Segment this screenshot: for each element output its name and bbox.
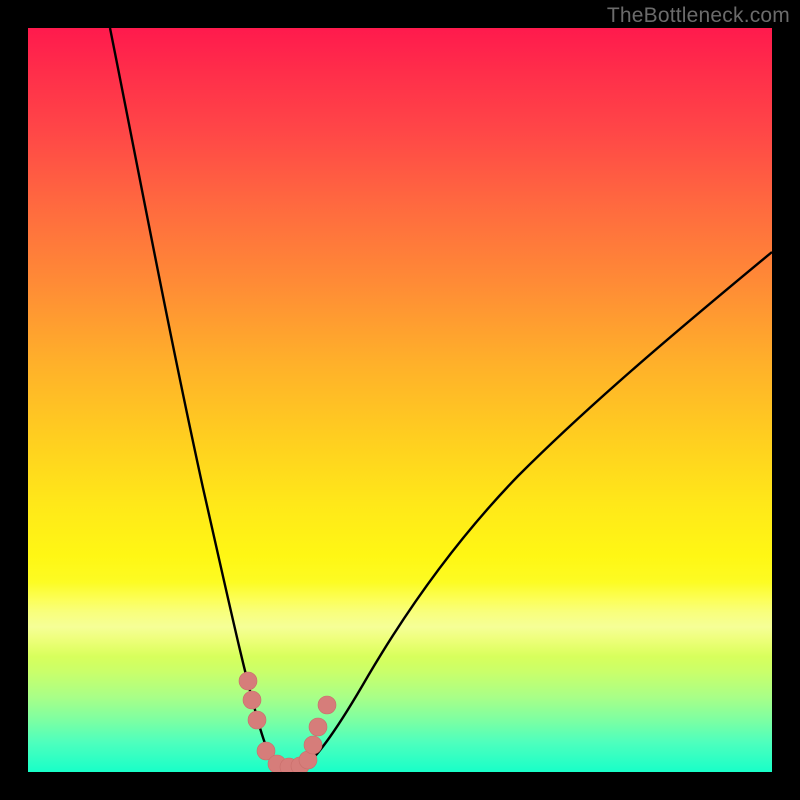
bottleneck-curve — [28, 28, 772, 772]
plot-area — [28, 28, 772, 772]
watermark-text: TheBottleneck.com — [607, 4, 790, 28]
curve-left-branch — [110, 28, 276, 768]
curve-right-branch — [303, 252, 772, 768]
chart-frame: TheBottleneck.com — [0, 0, 800, 800]
marker-group — [239, 672, 336, 772]
